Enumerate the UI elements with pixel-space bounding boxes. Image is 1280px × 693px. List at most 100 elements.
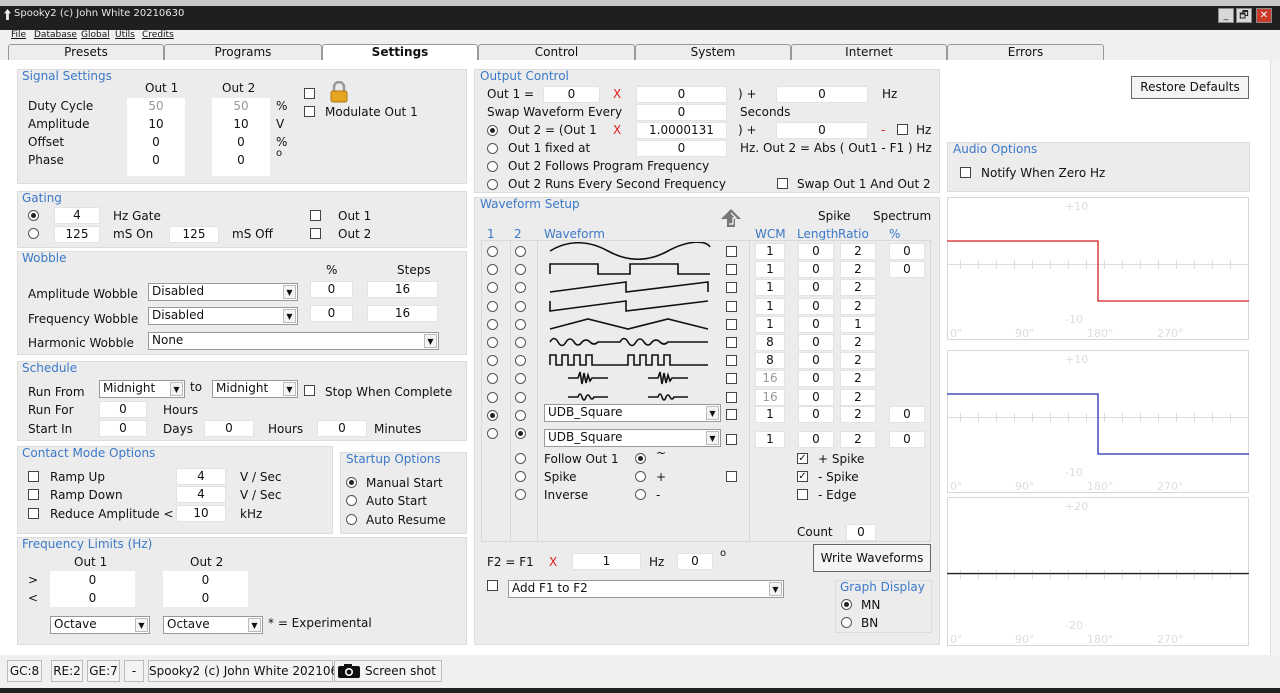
auto-start-radio[interactable]	[346, 495, 357, 506]
out2-formula-radio[interactable]	[487, 125, 498, 136]
tab-internet[interactable]: Internet	[791, 44, 947, 60]
menu-utils[interactable]: Utils	[115, 30, 135, 40]
harmonic-wobble-select[interactable]: None ▼	[148, 332, 439, 350]
waveform-row-10-wcm[interactable]: 1	[755, 406, 785, 423]
menu-credits[interactable]: Credits	[142, 30, 174, 40]
waveform-row-1-ratio[interactable]: 2	[840, 243, 876, 260]
tab-control[interactable]: Control	[478, 44, 635, 60]
out1-add-input[interactable]: 0	[776, 86, 868, 103]
tab-presets[interactable]: Presets	[8, 44, 164, 60]
waveform-row-9-ratio[interactable]: 2	[840, 388, 876, 406]
limit-out1-max[interactable]: 0	[50, 573, 135, 587]
out2-every-second-radio[interactable]	[487, 179, 498, 190]
waveform-row-7-checkbox[interactable]	[726, 355, 737, 367]
custom-waveform-1-select[interactable]: UDB_Square ▼	[544, 404, 721, 422]
duty-cycle-out1[interactable]: 50	[127, 99, 185, 113]
spike-radio[interactable]	[515, 471, 526, 482]
manual-start-radio[interactable]	[346, 477, 357, 488]
run-from-select[interactable]: Midnight ▼	[99, 380, 185, 398]
close-button[interactable]: ✕	[1256, 8, 1272, 23]
waveform-row-5-ratio[interactable]: 1	[840, 315, 876, 333]
spike-option-checkbox[interactable]	[726, 471, 737, 482]
f2-phase-input[interactable]: 0	[677, 553, 713, 570]
frequency-wobble-select[interactable]: Disabled ▼	[148, 307, 298, 325]
amplitude-wobble-pct[interactable]: 0	[310, 281, 353, 298]
ramp-up-checkbox[interactable]	[28, 471, 39, 482]
tab-errors[interactable]: Errors	[947, 44, 1104, 60]
amplitude-out1[interactable]: 10	[127, 117, 185, 131]
out2-minus-checkbox[interactable]	[897, 124, 908, 135]
ramp-up-input[interactable]: 4	[176, 468, 226, 485]
ms-on-radio[interactable]	[28, 228, 39, 239]
waveform-row-11-checkbox[interactable]	[726, 434, 737, 445]
frequency-wobble-steps[interactable]: 16	[367, 305, 438, 322]
plus-radio[interactable]	[635, 471, 646, 482]
waveform-row-4-ratio[interactable]: 2	[840, 297, 876, 315]
tab-programs[interactable]: Programs	[164, 44, 322, 60]
waveform-row-8-checkbox[interactable]	[726, 373, 737, 385]
waveform-row-3-checkbox[interactable]	[726, 282, 737, 294]
amplitude-out2[interactable]: 10	[212, 117, 270, 131]
out1-multiplier-input[interactable]: 0	[636, 86, 727, 103]
restore-defaults-button[interactable]: Restore Defaults	[1131, 76, 1249, 99]
waveform-row-4-wcm[interactable]: 1	[755, 297, 785, 315]
out1-fixed-input[interactable]: 0	[636, 140, 727, 157]
waveform-row-7-ratio[interactable]: 2	[840, 352, 876, 370]
custom-waveform-2-select[interactable]: UDB_Square ▼	[544, 429, 721, 447]
phase-out1[interactable]: 0	[127, 153, 185, 167]
out1-fixed-radio[interactable]	[487, 143, 498, 154]
limit-out2-min[interactable]: 0	[163, 591, 248, 605]
waveform-row-3-ratio[interactable]: 2	[840, 279, 876, 297]
waveform-row-9-out1-radio[interactable]	[487, 391, 498, 403]
run-for-input[interactable]: 0	[99, 401, 147, 418]
lock-checkbox[interactable]	[304, 88, 315, 99]
waveform-row-6-out1-radio[interactable]	[487, 337, 498, 348]
hz-gate-input[interactable]: 4	[54, 207, 100, 224]
limit-out2-mode-select[interactable]: Octave ▼	[163, 616, 263, 634]
waveform-row-1-length[interactable]: 0	[798, 243, 834, 260]
gate-out2-checkbox[interactable]	[310, 228, 321, 239]
limit-out1-min[interactable]: 0	[50, 591, 135, 605]
minus-radio[interactable]	[635, 489, 646, 500]
limit-out2-max[interactable]: 0	[163, 573, 248, 587]
start-in-days-input[interactable]: 0	[99, 420, 147, 437]
reduce-amplitude-input[interactable]: 10	[176, 505, 226, 522]
tab-settings[interactable]: Settings	[322, 44, 478, 61]
out2-add-input[interactable]: 0	[776, 122, 868, 139]
add-f1-checkbox[interactable]	[487, 580, 498, 591]
waveform-row-11-wcm[interactable]: 1	[755, 431, 785, 448]
waveform-row-6-length[interactable]: 0	[798, 334, 834, 351]
waveform-row-2-ratio[interactable]: 2	[840, 261, 876, 279]
waveform-row-5-wcm[interactable]: 1	[755, 315, 785, 333]
offset-out1[interactable]: 0	[127, 135, 185, 149]
out1-base-input[interactable]: 0	[543, 86, 600, 103]
graph-mn-radio[interactable]	[841, 599, 852, 610]
gate-out1-checkbox[interactable]	[310, 210, 321, 221]
waveform-row-2-checkbox[interactable]	[726, 264, 737, 276]
amplitude-wobble-steps[interactable]: 16	[367, 281, 438, 298]
waveform-row-6-wcm[interactable]: 8	[755, 334, 785, 351]
write-waveforms-button[interactable]: Write Waveforms	[813, 544, 931, 572]
menu-file[interactable]: File	[11, 30, 26, 40]
waveform-row-4-checkbox[interactable]	[726, 300, 737, 312]
out2-multiplier-input[interactable]: 1.0000131	[636, 122, 727, 139]
ramp-down-checkbox[interactable]	[28, 489, 39, 500]
waveform-row-5-out2-radio[interactable]	[515, 318, 526, 330]
waveform-row-10-ratio[interactable]: 2	[840, 406, 876, 423]
waveform-row-10-spectrum[interactable]: 0	[889, 406, 925, 423]
waveform-row-10-checkbox[interactable]	[726, 409, 737, 420]
waveform-row-9-length[interactable]: 0	[798, 388, 834, 406]
waveform-row-10-out2-radio[interactable]	[515, 409, 526, 421]
waveform-row-5-checkbox[interactable]	[726, 318, 737, 330]
minimize-button[interactable]: _	[1218, 8, 1234, 23]
waveform-row-1-wcm[interactable]: 1	[755, 243, 785, 260]
waveform-row-9-out2-radio[interactable]	[515, 391, 526, 403]
waveform-row-4-out1-radio[interactable]	[487, 300, 498, 312]
waveform-row-2-spectrum[interactable]: 0	[889, 261, 925, 279]
ramp-down-input[interactable]: 4	[176, 486, 226, 503]
waveform-row-9-wcm[interactable]: 16	[755, 388, 785, 406]
swap-waveform-input[interactable]: 0	[636, 104, 727, 121]
waveform-row-6-checkbox[interactable]	[726, 337, 737, 348]
offset-out2[interactable]: 0	[212, 135, 270, 149]
upload-arrow-icon[interactable]	[720, 208, 742, 228]
